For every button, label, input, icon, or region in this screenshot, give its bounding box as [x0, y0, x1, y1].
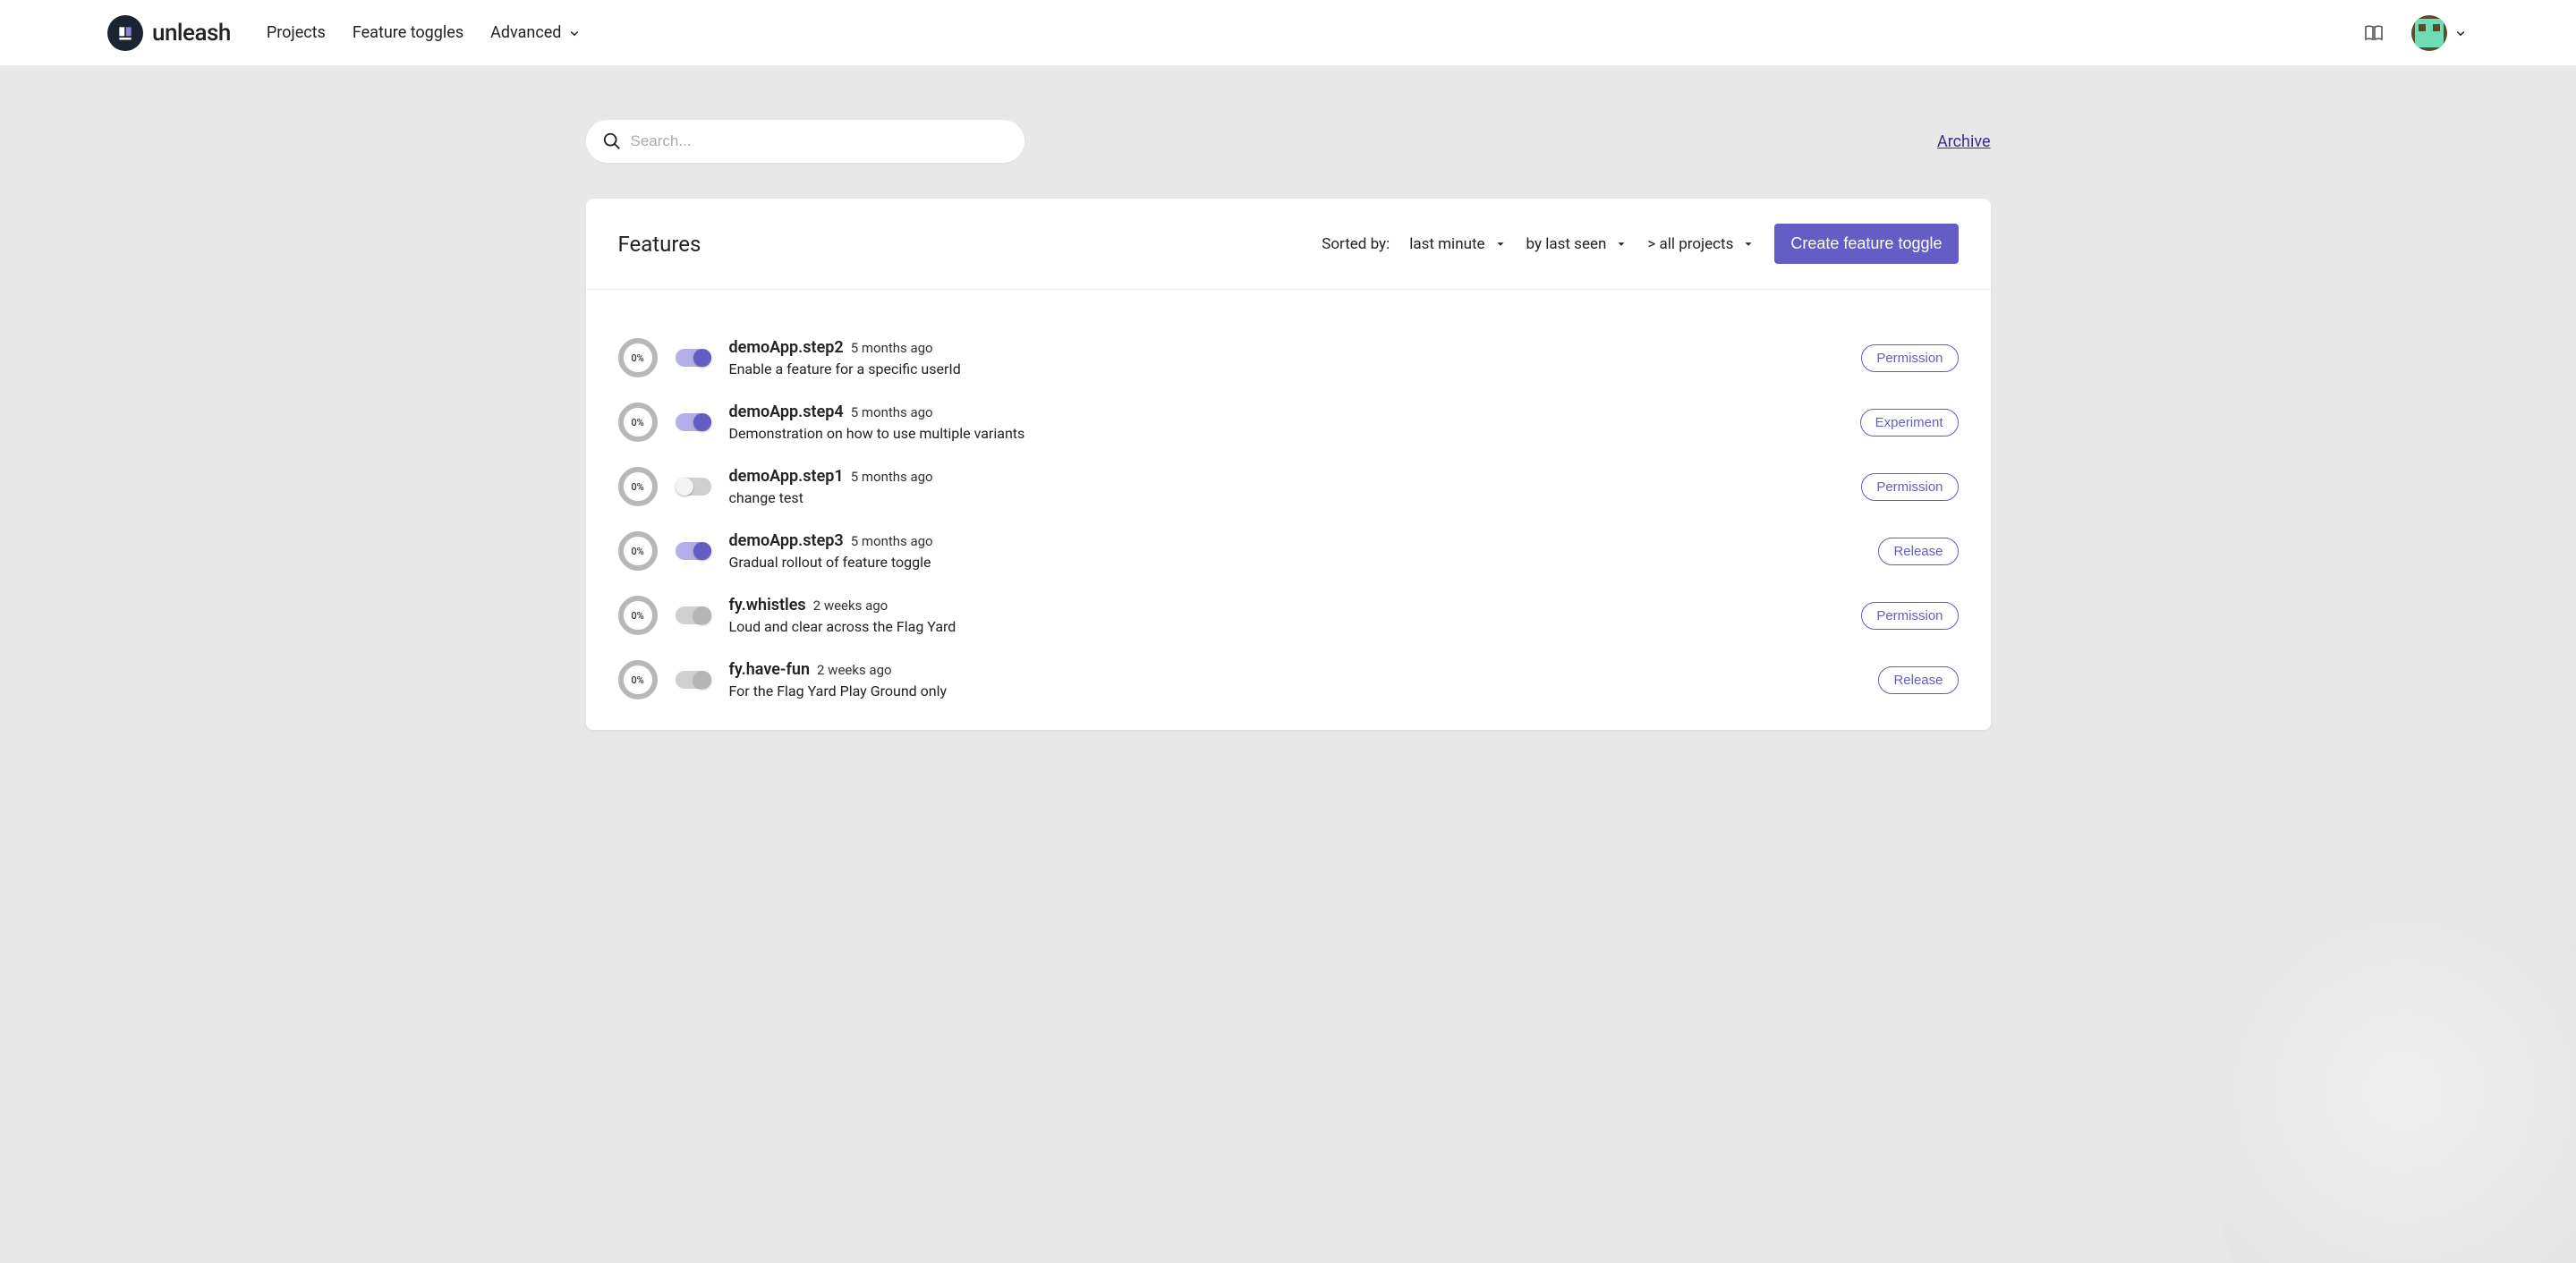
feature-row: 0% demoApp.step2 5 months ago Enable a feat… — [618, 326, 1959, 390]
switch-knob — [693, 349, 711, 367]
feature-row: 0% fy.whistles 2 weeks ago Loud and clear a… — [618, 583, 1959, 648]
feature-type-pill[interactable]: Release — [1878, 666, 1958, 694]
feature-type-pill[interactable]: Experiment — [1860, 409, 1959, 437]
feature-type-pill[interactable]: Permission — [1861, 602, 1958, 630]
search-icon — [602, 131, 622, 151]
project-filter-value: > all projects — [1647, 235, 1733, 253]
caret-down-icon — [1742, 238, 1755, 250]
feature-toggle-switch[interactable] — [676, 606, 711, 624]
feature-time: 2 weeks ago — [817, 662, 892, 678]
unleash-icon — [116, 24, 134, 42]
brand-name: unleash — [152, 20, 231, 47]
feature-info[interactable]: demoApp.step4 5 months ago Demonstration o… — [729, 403, 1842, 442]
feature-description: Gradual rollout of feature toggle — [729, 554, 1861, 571]
feature-row: 0% demoApp.step4 5 months ago Demonstration… — [618, 390, 1959, 454]
metric-ring: 0% — [618, 467, 658, 506]
nav-feature-toggles[interactable]: Feature toggles — [353, 23, 463, 42]
search-row: Archive — [586, 120, 1991, 163]
main-nav: Projects Feature toggles Advanced — [267, 23, 583, 42]
page-content: Archive Features Sorted by: last minute … — [586, 66, 1991, 730]
feature-description: change test — [729, 489, 1844, 506]
sort-field-value: by last seen — [1526, 235, 1607, 253]
feature-name: demoApp.step1 — [729, 467, 844, 486]
feature-toggle-switch[interactable] — [676, 478, 711, 496]
feature-type-pill[interactable]: Permission — [1861, 473, 1958, 501]
feature-row: 0% demoApp.step3 5 months ago Gradual rollo… — [618, 519, 1959, 583]
panel-controls: Sorted by: last minute by last seen > al… — [1322, 224, 1958, 264]
feature-description: Demonstration on how to use multiple var… — [729, 425, 1842, 442]
top-right-controls — [2363, 15, 2469, 51]
feature-info[interactable]: fy.have-fun 2 weeks ago For the Flag Yard … — [729, 660, 1861, 699]
feature-description: For the Flag Yard Play Ground only — [729, 682, 1861, 699]
panel-header: Features Sorted by: last minute by last … — [586, 199, 1991, 290]
search-input[interactable] — [631, 132, 1008, 150]
caret-down-icon — [1494, 238, 1507, 250]
sort-interval-dropdown[interactable]: last minute — [1409, 235, 1506, 253]
caret-down-icon — [1615, 238, 1628, 250]
feature-type-pill[interactable]: Permission — [1861, 344, 1958, 372]
brand-logo-icon — [107, 15, 143, 51]
user-menu[interactable] — [2411, 15, 2469, 51]
brand-logo[interactable]: unleash — [107, 15, 231, 51]
metric-ring: 0% — [618, 660, 658, 699]
chevron-down-icon — [566, 25, 582, 41]
switch-knob — [693, 413, 711, 431]
search-box[interactable] — [586, 120, 1024, 163]
feature-description: Enable a feature for a specific userId — [729, 360, 1844, 377]
feature-title-line: demoApp.step3 5 months ago — [729, 531, 1861, 550]
sort-interval-value: last minute — [1409, 235, 1484, 253]
feature-time: 5 months ago — [851, 469, 933, 485]
background-decoration — [2218, 905, 2576, 1263]
feature-list: 0% demoApp.step2 5 months ago Enable a feat… — [586, 290, 1991, 730]
feature-title-line: demoApp.step4 5 months ago — [729, 403, 1842, 421]
feature-toggle-switch[interactable] — [676, 413, 711, 431]
avatar — [2411, 15, 2447, 51]
feature-name: demoApp.step4 — [729, 403, 844, 421]
switch-knob — [693, 542, 711, 560]
metric-ring: 0% — [618, 531, 658, 571]
metric-ring: 0% — [618, 403, 658, 442]
feature-toggle-switch[interactable] — [676, 349, 711, 367]
feature-info[interactable]: demoApp.step1 5 months ago change test — [729, 467, 1844, 506]
chevron-down-icon — [2453, 25, 2469, 41]
feature-info[interactable]: fy.whistles 2 weeks ago Loud and clear acr… — [729, 596, 1844, 635]
feature-title-line: demoApp.step1 5 months ago — [729, 467, 1844, 486]
switch-knob — [693, 671, 711, 689]
feature-time: 5 months ago — [851, 533, 933, 549]
panel-title: Features — [618, 232, 701, 257]
top-bar: unleash Projects Feature toggles Advance… — [0, 0, 2576, 66]
feature-title-line: demoApp.step2 5 months ago — [729, 338, 1844, 357]
feature-row: 0% fy.have-fun 2 weeks ago For the Flag Yar… — [618, 648, 1959, 712]
nav-projects[interactable]: Projects — [267, 23, 326, 42]
switch-knob — [676, 478, 693, 496]
feature-name: demoApp.step3 — [729, 531, 844, 550]
feature-info[interactable]: demoApp.step2 5 months ago Enable a featur… — [729, 338, 1844, 377]
nav-advanced[interactable]: Advanced — [490, 23, 582, 42]
features-panel: Features Sorted by: last minute by last … — [586, 199, 1991, 730]
feature-toggle-switch[interactable] — [676, 542, 711, 560]
feature-row: 0% demoApp.step1 5 months ago change test Pe… — [618, 454, 1959, 519]
feature-time: 5 months ago — [851, 340, 933, 356]
feature-time: 2 weeks ago — [813, 598, 888, 614]
feature-title-line: fy.have-fun 2 weeks ago — [729, 660, 1861, 679]
feature-type-pill[interactable]: Release — [1878, 538, 1958, 565]
docs-icon[interactable] — [2363, 22, 2385, 44]
nav-advanced-label: Advanced — [490, 23, 561, 42]
feature-info[interactable]: demoApp.step3 5 months ago Gradual rollout… — [729, 531, 1861, 571]
feature-description: Loud and clear across the Flag Yard — [729, 618, 1844, 635]
feature-name: fy.whistles — [729, 596, 806, 615]
create-feature-toggle-button[interactable]: Create feature toggle — [1774, 224, 1958, 264]
archive-link[interactable]: Archive — [1937, 132, 1991, 151]
switch-knob — [693, 606, 711, 624]
sorted-by-label: Sorted by: — [1322, 235, 1390, 253]
metric-ring: 0% — [618, 338, 658, 377]
metric-ring: 0% — [618, 596, 658, 635]
project-filter-dropdown[interactable]: > all projects — [1647, 235, 1755, 253]
feature-name: demoApp.step2 — [729, 338, 844, 357]
sort-field-dropdown[interactable]: by last seen — [1526, 235, 1628, 253]
feature-name: fy.have-fun — [729, 660, 811, 679]
feature-time: 5 months ago — [851, 404, 933, 420]
feature-title-line: fy.whistles 2 weeks ago — [729, 596, 1844, 615]
feature-toggle-switch[interactable] — [676, 671, 711, 689]
